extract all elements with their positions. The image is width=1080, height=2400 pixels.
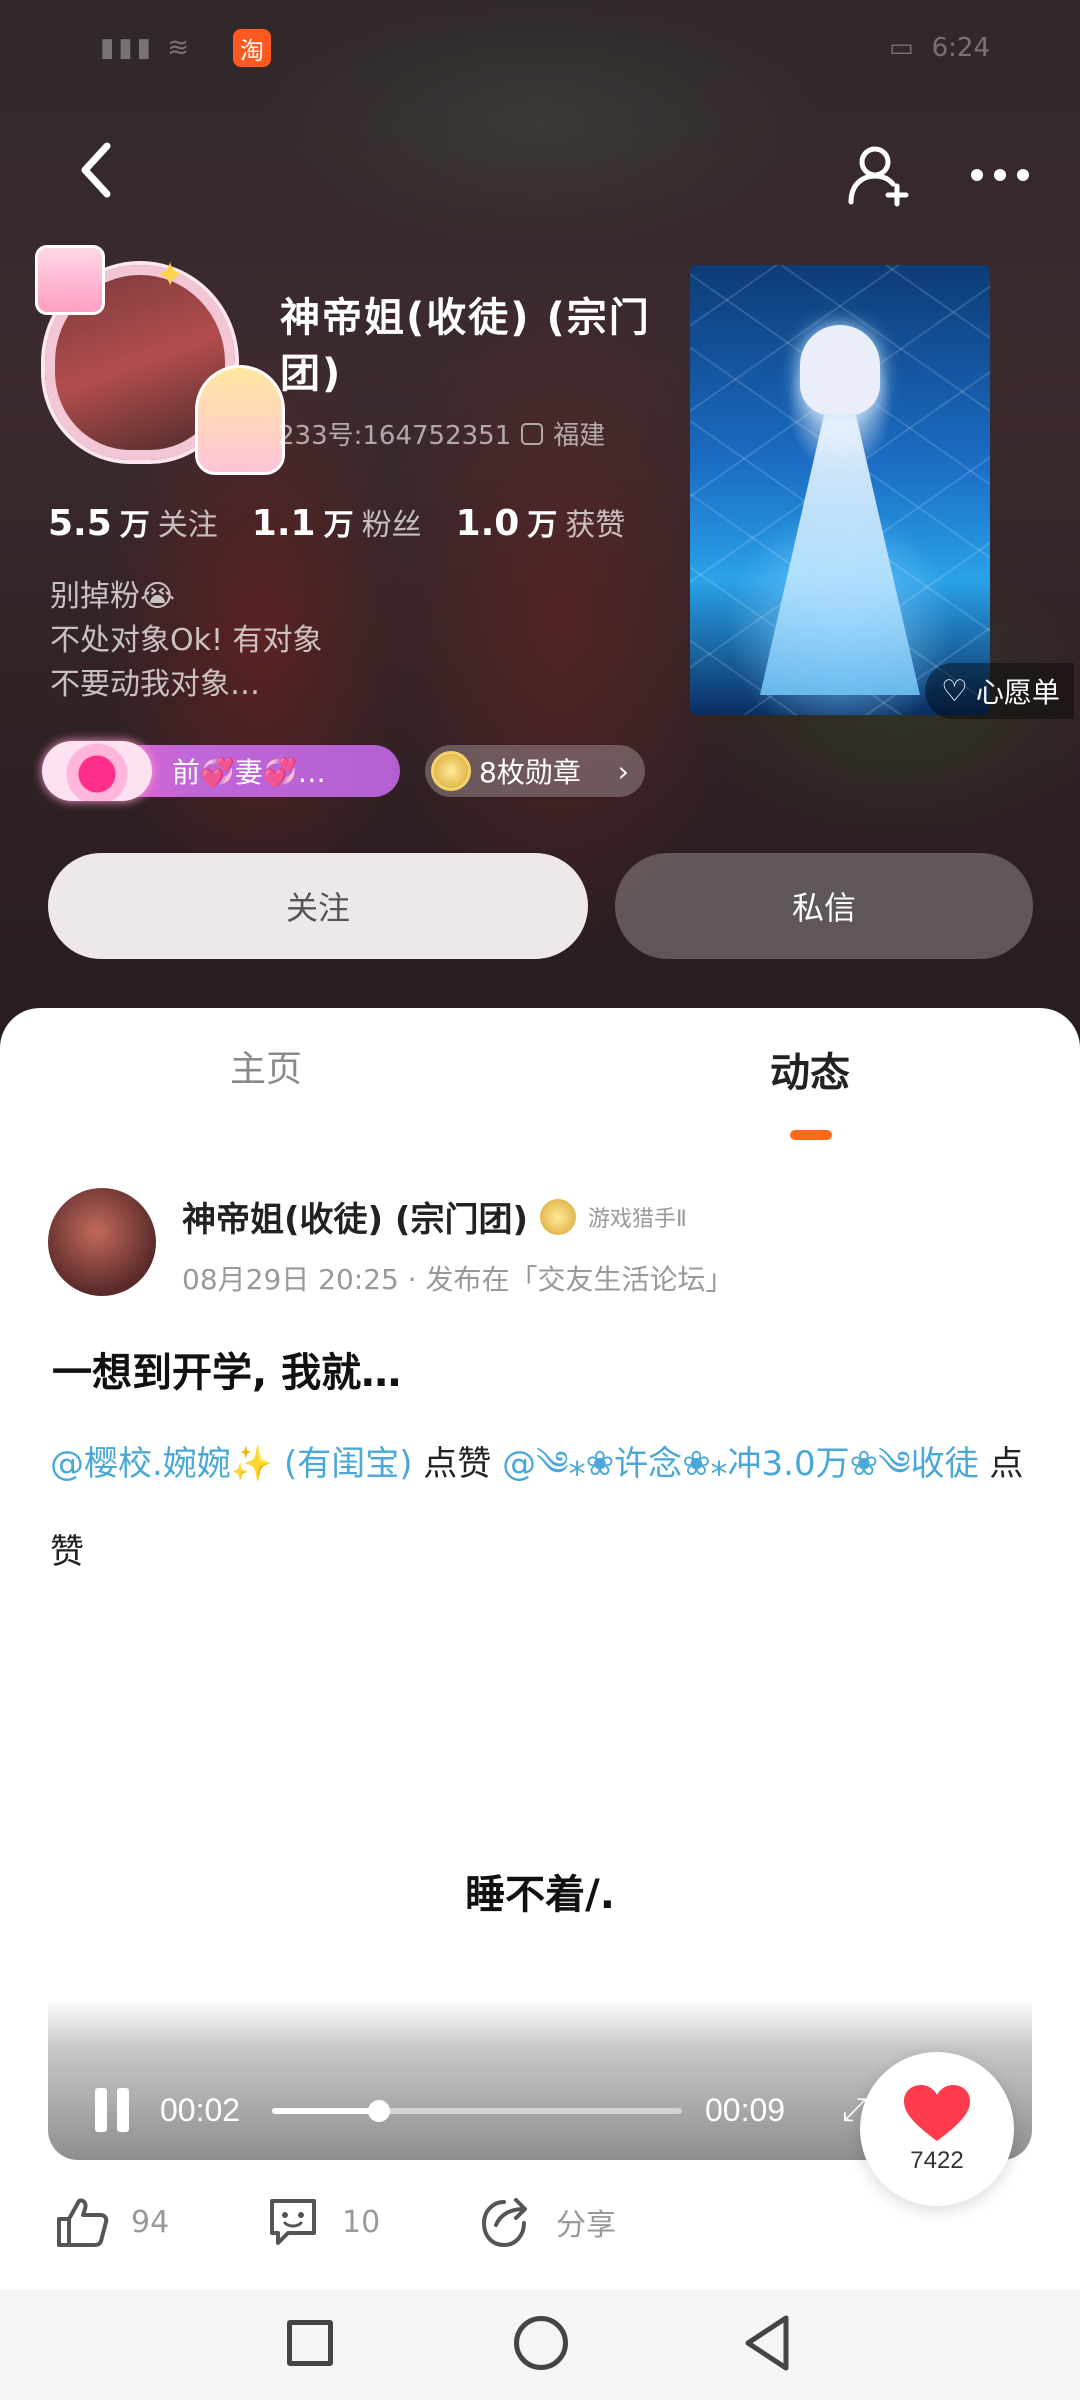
taobao-app-icon: 淘 [232, 29, 271, 67]
post-meta: 08月29日 20:25 · 发布在「交友生活论坛」 [182, 1263, 734, 1296]
stat-unit: 万 [323, 508, 354, 543]
video-progress-bar[interactable] [272, 2100, 682, 2122]
profile-stats: 5.5 万 关注 1.1 万 粉丝 1.0 万 获赞 [48, 500, 625, 544]
profile-bio: 别掉粉😭 不处对象Ok! 有对象 不要动我对象… [50, 575, 323, 707]
progress-fill [272, 2108, 379, 2114]
thumbs-up-icon [57, 2198, 109, 2247]
star-decoration-icon: ✦ [155, 255, 186, 296]
heart-icon [904, 2085, 970, 2141]
chevron-right-icon: › [617, 754, 629, 788]
stat-number: 5.5 [48, 503, 112, 544]
user-id: 233号:164752351 [278, 421, 512, 451]
add-user-icon [848, 146, 909, 207]
profile-tabs: 主页 动态 [0, 1040, 1080, 1140]
wishlist-label: 心愿单 [975, 676, 1060, 709]
back-triangle-icon[interactable] [742, 2314, 792, 2372]
status-bar: ▮▮▮ ≋ 淘 ▭ 6:24 [100, 28, 990, 68]
stat-label: 粉丝 [361, 508, 422, 543]
mention-link[interactable]: @樱校.婉婉✨ (有闺宝) [50, 1444, 412, 1484]
profile-avatar[interactable]: ✦ [25, 245, 285, 480]
video-like-count: 7422 [910, 2147, 964, 2174]
message-button[interactable]: 私信 [615, 853, 1033, 959]
more-dots-icon [971, 169, 1029, 181]
game-hunter-badge-icon [540, 1198, 576, 1235]
active-tab-indicator [790, 1130, 832, 1140]
character-head [800, 325, 880, 415]
post-author-avatar[interactable] [48, 1188, 156, 1296]
profile-id-row: 233号:164752351 福建 [278, 415, 605, 452]
user-location: 福建 [553, 421, 606, 451]
back-button[interactable] [60, 130, 130, 210]
medals-label: 8枚勋章 [479, 756, 581, 789]
medals-button[interactable]: 8枚勋章 › [425, 745, 645, 797]
anime-girl-decoration-icon [195, 365, 285, 475]
progress-knob[interactable] [367, 2100, 390, 2122]
video-subtitle: 睡不着/. [465, 1872, 615, 1918]
mention-link[interactable]: @༄⁎❀许念❀⁎冲3.0万❀༄收徒 [502, 1444, 978, 1484]
pause-bar [117, 2088, 129, 2132]
stat-likes[interactable]: 1.0 万 获赞 [456, 500, 626, 544]
wishlist-button[interactable]: ♡ 心愿单 [925, 663, 1074, 719]
cake-decoration-icon [35, 245, 105, 315]
bio-line: 不处对象Ok! 有对象 [50, 623, 323, 658]
like-count: 94 [131, 2204, 170, 2240]
bio-line: 不要动我对象… [50, 667, 260, 702]
tab-home[interactable]: 主页 [230, 1040, 302, 1092]
stat-number: 1.0 [455, 503, 520, 544]
pause-button[interactable] [95, 2088, 131, 2132]
stat-following[interactable]: 5.5 万 关注 [48, 500, 218, 544]
total-time: 00:09 [705, 2092, 786, 2128]
relationship-badge-label: 前💞妻💞… [172, 756, 326, 789]
stat-unit: 万 [119, 508, 150, 543]
post-author-row: 神帝姐(收徒) (宗门团) 游戏猎手Ⅱ [182, 1192, 687, 1241]
winged-heart-icon [42, 741, 152, 801]
comment-button[interactable]: 10 [266, 2195, 380, 2249]
add-friend-button[interactable] [840, 135, 920, 215]
stat-followers[interactable]: 1.1 万 粉丝 [252, 500, 422, 544]
current-time: 00:02 [160, 2092, 241, 2128]
like-text: 点赞 [412, 1444, 503, 1484]
share-label: 分享 [556, 2208, 616, 2243]
dress-figure [760, 415, 920, 695]
tab-feed[interactable]: 动态 [770, 1040, 850, 1098]
bio-line: 别掉粉😭 [50, 579, 176, 614]
share-icon [481, 2198, 527, 2248]
home-icon[interactable] [514, 2316, 568, 2370]
location-icon [521, 422, 544, 445]
signal-icon: ▮▮▮ ≋ [100, 33, 193, 63]
post-actions: 94 10 分享 [0, 2195, 1080, 2275]
medal-icon [431, 751, 471, 791]
chevron-left-icon [81, 142, 111, 198]
floating-like-button[interactable]: 7422 [860, 2052, 1014, 2206]
follow-button[interactable]: 关注 [48, 853, 588, 959]
recent-apps-icon[interactable] [287, 2320, 333, 2366]
post-title: 一想到开学, 我就… [52, 1350, 402, 1396]
avatar-card-image[interactable] [690, 265, 990, 715]
heart-outline-icon: ♡ [941, 673, 968, 709]
post-body: @樱校.婉婉✨ (有闺宝) 点赞 @༄⁎❀许念❀⁎冲3.0万❀༄收徒 点赞 [50, 1420, 1040, 1596]
comment-count: 10 [342, 2204, 381, 2240]
comment-icon [270, 2199, 316, 2245]
share-button[interactable]: 分享 [478, 2195, 616, 2249]
stat-label: 关注 [157, 508, 218, 543]
clock: 6:24 [931, 33, 990, 63]
stat-number: 1.1 [251, 503, 316, 544]
more-button[interactable] [960, 135, 1040, 215]
battery-icon: ▭ [889, 33, 914, 63]
post-author-name[interactable]: 神帝姐(收徒) (宗门团) [182, 1192, 528, 1241]
relationship-badge[interactable]: 前💞妻💞… [42, 741, 400, 801]
author-title-tag: 游戏猎手Ⅱ [588, 1206, 687, 1232]
stat-unit: 万 [527, 508, 558, 543]
profile-name: 神帝姐(收徒) (宗门团) [280, 295, 651, 397]
pause-bar [95, 2088, 107, 2132]
stat-label: 获赞 [565, 508, 626, 543]
like-button[interactable]: 94 [55, 2195, 169, 2249]
